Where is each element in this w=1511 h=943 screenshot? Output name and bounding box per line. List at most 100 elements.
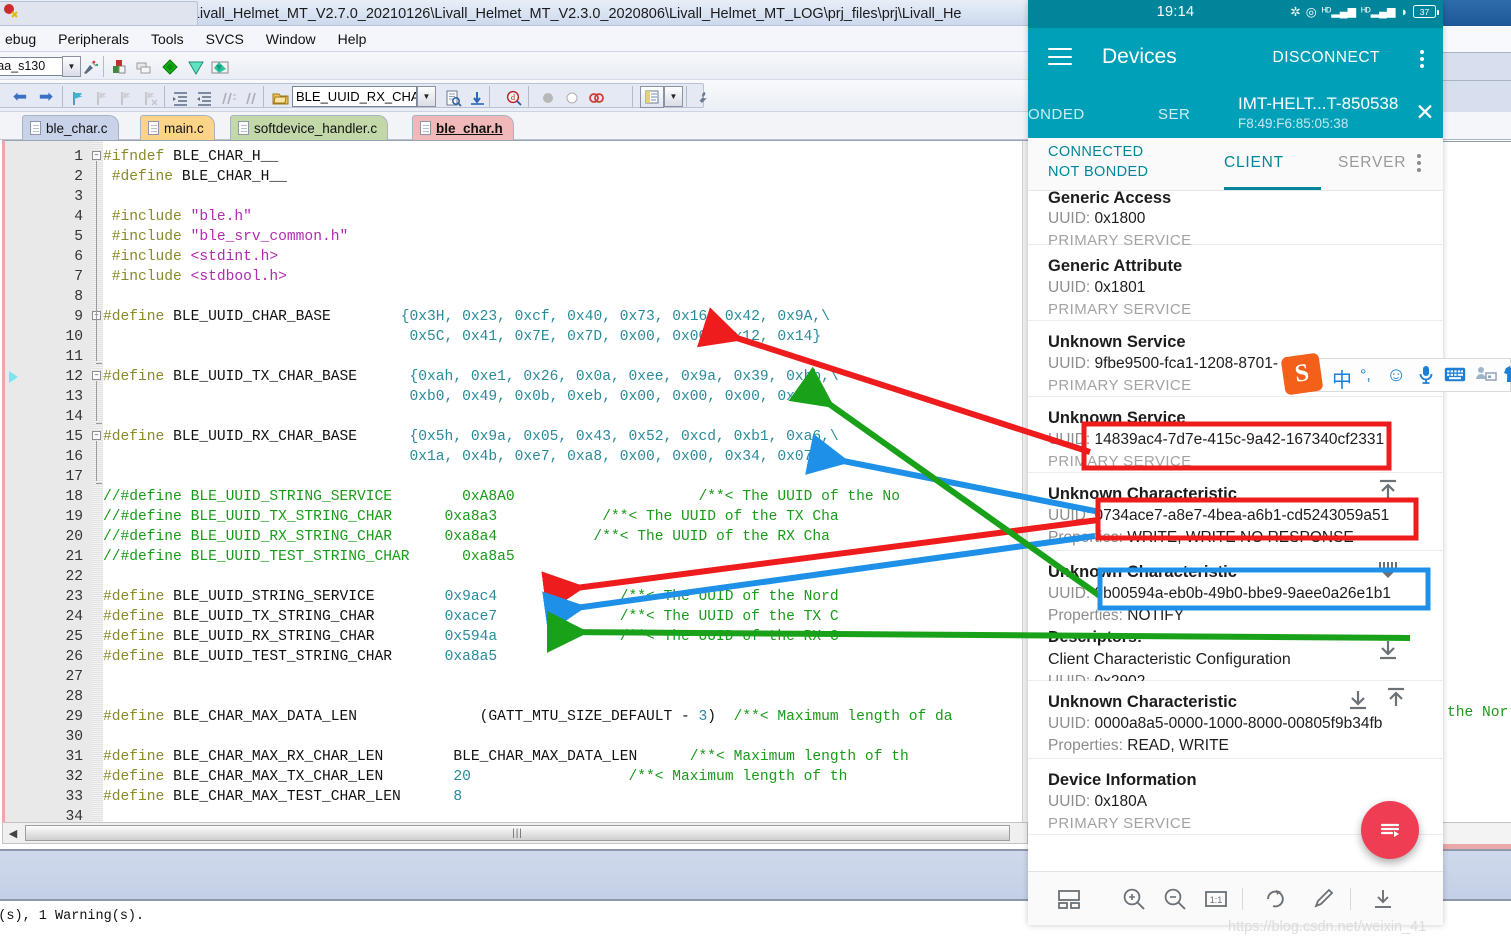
fold-collapse-icon[interactable]: –	[92, 151, 101, 160]
scrollbar-thumb[interactable]: |||	[25, 825, 1010, 841]
code-token: #define	[103, 429, 165, 445]
menu-item-svcs[interactable]: SVCS	[195, 30, 255, 48]
code-folding-column[interactable]	[91, 141, 103, 828]
hamburger-menu-icon[interactable]	[1048, 48, 1072, 66]
diamond-green-icon[interactable]	[160, 57, 180, 77]
menu-item-peripherals[interactable]: Peripherals	[47, 30, 140, 48]
gatt-service-row[interactable]: Generic Access UUID: 0x1800 PRIMARY SERVIC…	[1028, 191, 1443, 249]
code-token: BLE_UUID_RX_CHAR_BASE	[164, 429, 410, 445]
gatt-characteristic-row[interactable]: Unknown Characteristic UUID: 0000a8a5-000…	[1028, 681, 1443, 759]
editor-tab-ble-char-c[interactable]: ble_char.c	[22, 115, 119, 140]
target-options-icon[interactable]	[80, 57, 100, 77]
bookmark-toggle-icon[interactable]	[68, 88, 88, 108]
find-references-icon[interactable]: d	[504, 88, 524, 108]
configuration-wrench-icon[interactable]	[692, 88, 712, 108]
code-token: )	[707, 709, 717, 725]
ime-keyboard-icon[interactable]	[1444, 367, 1466, 387]
svg-text:d: d	[511, 93, 515, 102]
ime-punctuation-icon[interactable]: °,	[1360, 367, 1371, 385]
breakpoint-kill-all-icon[interactable]	[0, 0, 20, 20]
ime-mic-icon[interactable]	[1417, 365, 1435, 390]
ime-skin-icon[interactable]	[1503, 365, 1511, 388]
notify-icon[interactable]	[1375, 556, 1401, 582]
navigate-forward-icon[interactable]: ➡	[38, 87, 54, 106]
ime-chinese-mode-icon[interactable]: 中	[1332, 364, 1352, 393]
find-in-files-icon[interactable]	[443, 88, 463, 108]
tab-client[interactable]: CLIENT	[1224, 154, 1284, 172]
find-combo-input[interactable]: BLE_UUID_RX_CHAR	[292, 86, 417, 107]
code-editor[interactable]: #ifndef BLE_CHAR_H__ #define BLE_CHAR_H_…	[2, 140, 1028, 828]
tab-bonded[interactable]: ONDED	[1028, 106, 1085, 123]
line-number: 4	[74, 209, 83, 225]
gatt-service-row[interactable]: Unknown Service UUID: 14839ac4-7d7e-415c-…	[1028, 397, 1443, 473]
navigate-back-icon[interactable]: ⬅	[12, 87, 28, 106]
uncomment-lines-icon	[242, 88, 262, 108]
disconnect-button[interactable]: DISCONNECT	[1273, 49, 1380, 67]
find-combo-chevron-icon[interactable]: ▼	[417, 86, 436, 107]
menu-item-ebug[interactable]: ebug	[0, 30, 47, 48]
read-download-icon[interactable]	[1375, 636, 1401, 662]
zoom-out-icon[interactable]	[1162, 886, 1188, 912]
indent-decrease-icon[interactable]	[194, 88, 214, 108]
menu-item-window[interactable]: Window	[255, 30, 327, 48]
target-select[interactable]: xaa_s130	[0, 57, 63, 76]
connection-state-label: CONNECTED	[1048, 144, 1144, 160]
code-line: #define BLE_CHAR_MAX_DATA_LEN (GATT_MTU_…	[103, 707, 953, 727]
batch-build-icon[interactable]	[134, 57, 154, 77]
client-overflow-menu-icon[interactable]	[1417, 154, 1421, 172]
scroll-left-arrow-icon[interactable]: ◀	[5, 825, 21, 841]
uuid-value: UUID: 8b00594a-eb0b-49b0-bbe9-9aee0a26e1…	[1048, 585, 1391, 602]
menu-item-tools[interactable]: Tools	[140, 30, 195, 48]
characteristic-name: Unknown Characteristic	[1048, 563, 1237, 581]
goto-definition-icon[interactable]	[467, 88, 487, 108]
connected-device-tab[interactable]: IMT-HELT...T-850538 F8:49:F6:85:05:38 ✕	[1226, 91, 1443, 138]
split-view-icon[interactable]	[1056, 886, 1082, 912]
gatt-service-row[interactable]: Generic Attribute UUID: 0x1801 PRIMARY SER…	[1028, 245, 1443, 321]
gatt-characteristic-row[interactable]: Unknown Characteristic UUID: 8b00594a-eb0…	[1028, 551, 1443, 690]
zoom-in-icon[interactable]	[1121, 886, 1147, 912]
gatt-characteristic-row[interactable]: Unknown Characteristic UUID: 0734ace7-a8e…	[1028, 473, 1443, 551]
read-download-icon[interactable]	[1345, 686, 1371, 712]
actual-size-icon[interactable]: 1:1	[1203, 886, 1229, 912]
rotate-icon[interactable]	[1262, 886, 1288, 912]
editor-tab-ble-char-h[interactable]: ble_char.h	[412, 115, 514, 140]
signal-2-icon: ᴴᴰ▂▄▆	[1361, 6, 1396, 18]
sogou-ime-toolbar[interactable]: S 中 °, ☺	[1280, 352, 1511, 396]
app-bar: Devices DISCONNECT ONDED SER IMT-HELT...…	[1028, 28, 1443, 138]
svg-text:1:1: 1:1	[1210, 895, 1223, 905]
ime-toolbox-icon[interactable]	[1475, 366, 1497, 388]
fold-end-marker	[96, 423, 102, 424]
manage-project-items-icon[interactable]	[110, 57, 130, 77]
overflow-menu-icon[interactable]	[1420, 50, 1424, 68]
gatt-service-list[interactable]: Generic Access UUID: 0x1800 PRIMARY SERVIC…	[1028, 191, 1443, 848]
manage-windows-icon[interactable]	[640, 86, 664, 108]
menu-item-help[interactable]: Help	[327, 30, 378, 48]
open-file-icon[interactable]	[270, 88, 290, 108]
write-upload-icon[interactable]	[1375, 478, 1401, 504]
edit-icon[interactable]	[1310, 886, 1336, 912]
line-number: 27	[65, 669, 83, 685]
target-select-chevron-icon[interactable]: ▼	[62, 56, 81, 77]
line-number: 25	[65, 629, 83, 645]
log-fab-button[interactable]	[1361, 801, 1419, 859]
editor-tab-softdevice-handler-c[interactable]: softdevice_handler.c	[230, 115, 389, 140]
fold-collapse-icon[interactable]: –	[92, 371, 101, 380]
close-device-icon[interactable]: ✕	[1413, 101, 1437, 125]
toolbar-divider	[103, 56, 104, 77]
breakpoint-disable-all-icon[interactable]	[586, 88, 606, 108]
tab-scanner[interactable]: SER	[1158, 106, 1190, 123]
sogou-logo-icon[interactable]: S	[1280, 352, 1324, 396]
tab-server[interactable]: SERVER	[1338, 154, 1406, 172]
fold-collapse-icon[interactable]: –	[92, 431, 101, 440]
code-token: BLE_CHAR_MAX_TEST_CHAR_LEN	[164, 789, 454, 805]
ime-emoji-icon[interactable]: ☺	[1386, 364, 1406, 387]
diamond-teal-icon[interactable]	[186, 57, 206, 77]
indent-increase-icon[interactable]	[170, 88, 190, 108]
manage-components-icon[interactable]	[210, 57, 230, 77]
editor-tab-main-c[interactable]: main.c	[140, 115, 215, 140]
code-text-area[interactable]: #ifndef BLE_CHAR_H__ #define BLE_CHAR_H_…	[103, 141, 1028, 828]
download-icon[interactable]	[1370, 886, 1396, 912]
manage-windows-chevron-icon[interactable]: ▼	[664, 86, 683, 107]
write-upload-icon[interactable]	[1383, 686, 1409, 712]
editor-horizontal-scrollbar[interactable]: ◀ |||	[2, 822, 1028, 844]
